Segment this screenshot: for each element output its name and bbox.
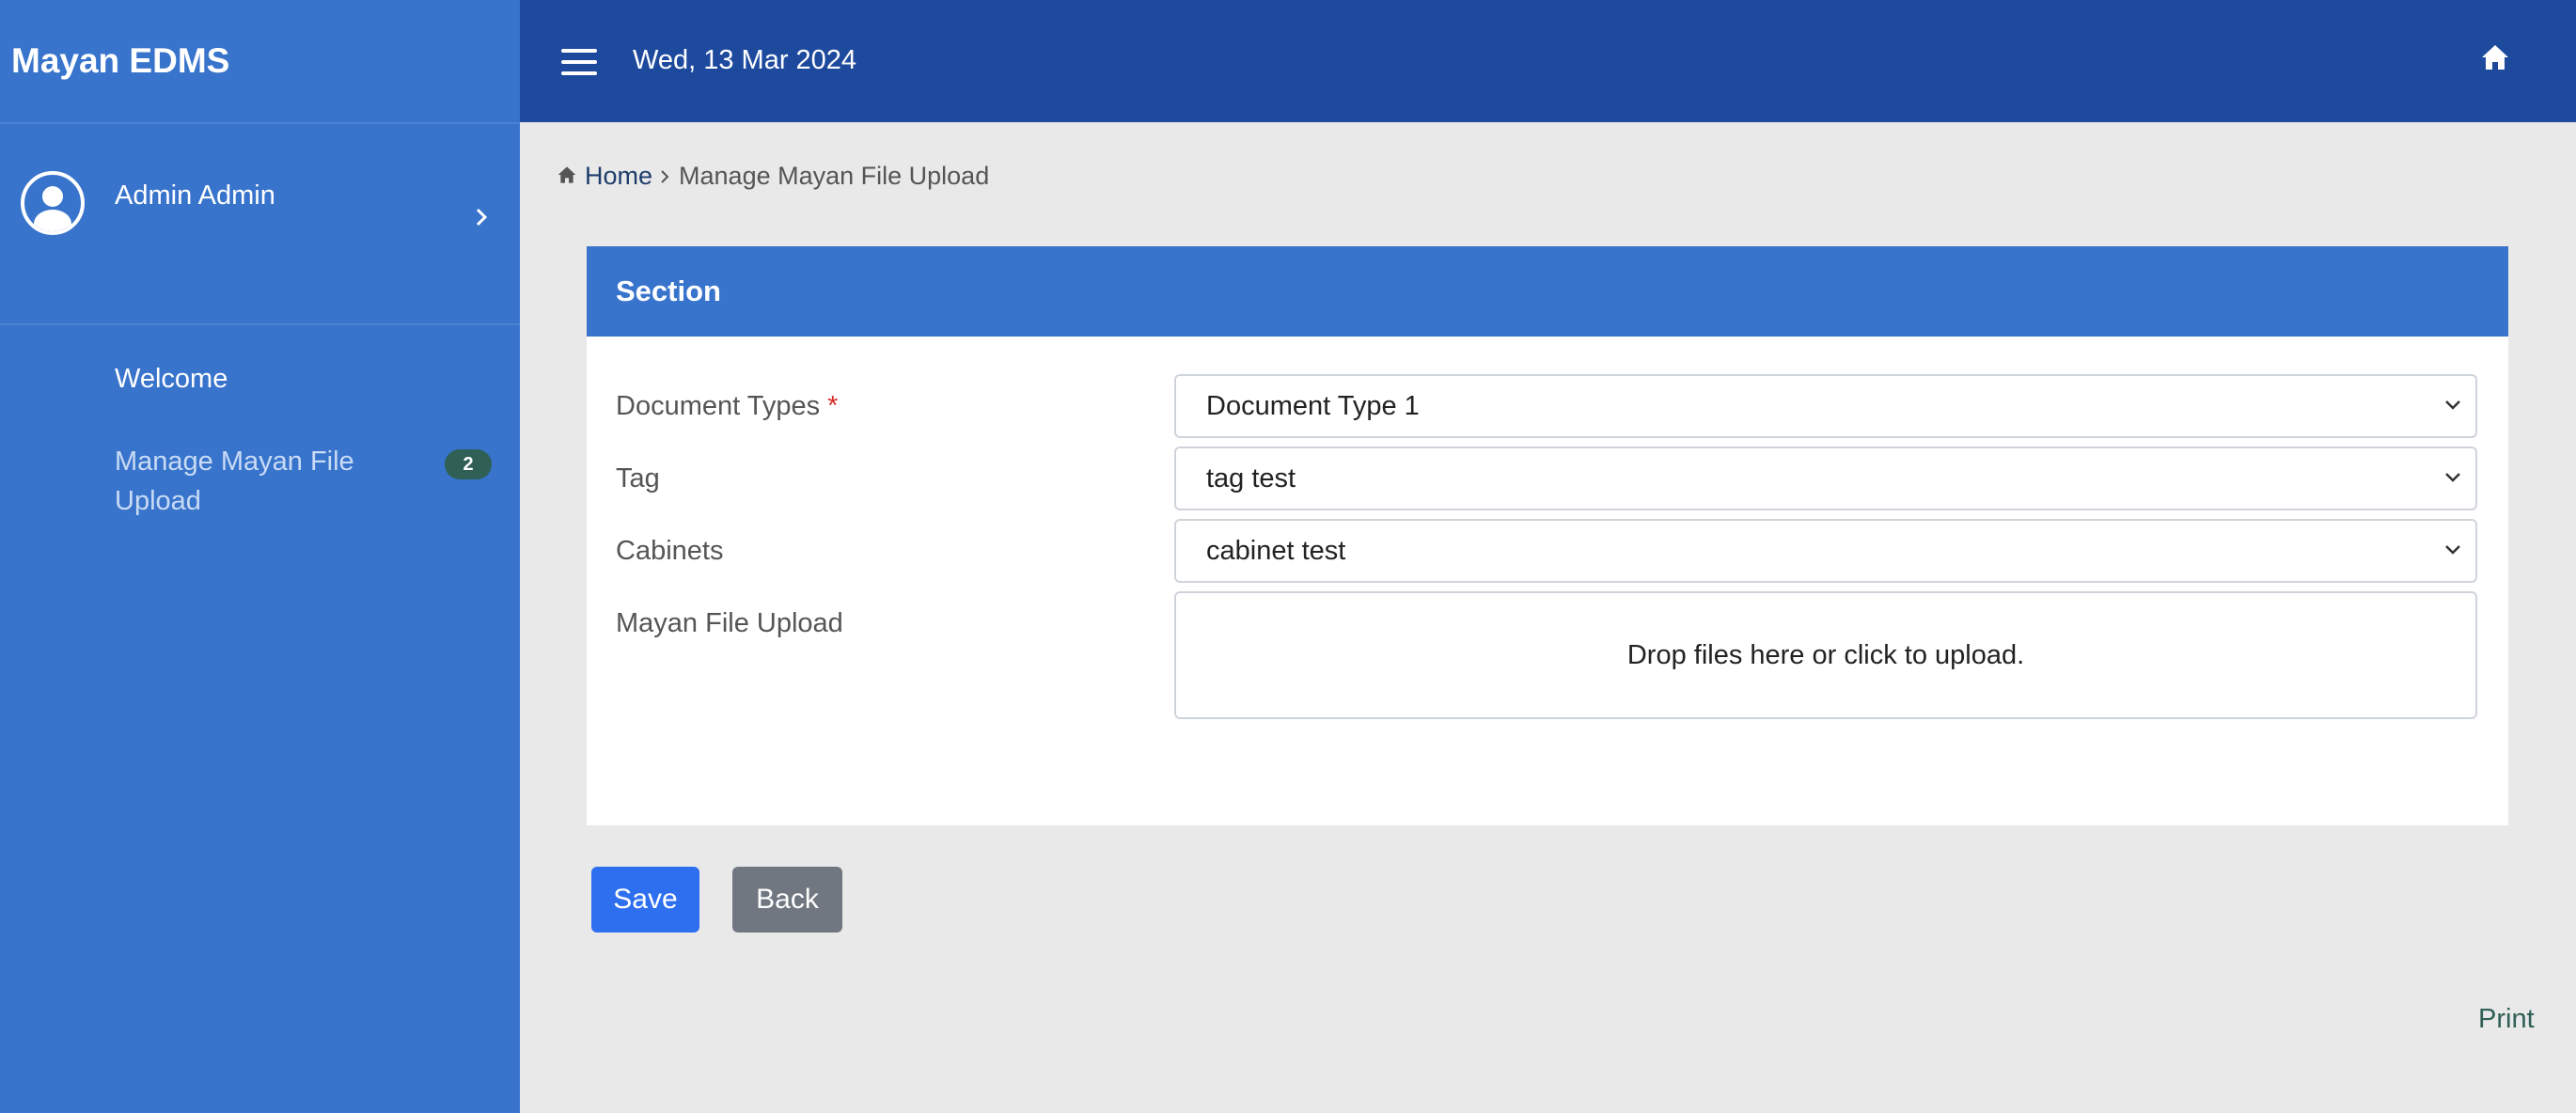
form-card: Section Document Types * Document Type 1… [587,246,2508,825]
tag-select[interactable]: tag test [1174,447,2477,510]
breadcrumb-separator-icon [660,162,669,191]
home-icon [557,162,577,191]
home-icon[interactable] [2480,43,2510,76]
brand-title[interactable]: Mayan EDMS [0,0,520,124]
cabinets-select[interactable]: cabinet test [1174,519,2477,583]
chevron-down-icon [2443,543,2462,561]
user-panel[interactable]: Admin Admin [0,124,520,325]
user-name: Admin Admin [115,180,275,211]
chevron-right-icon[interactable] [474,207,489,232]
tag-value: tag test [1206,463,1296,494]
back-button[interactable]: Back [732,867,842,933]
chevron-down-icon [2443,399,2462,416]
required-marker: * [827,391,839,421]
user-avatar-icon [21,171,85,235]
save-button[interactable]: Save [591,867,699,933]
document-types-value: Document Type 1 [1206,391,1420,421]
menu-toggle-icon[interactable] [561,49,597,75]
file-upload-label: Mayan File Upload [616,608,843,638]
top-bar: Wed, 13 Mar 2024 [520,0,2576,122]
current-date: Wed, 13 Mar 2024 [633,45,857,75]
document-types-select[interactable]: Document Type 1 [1174,374,2477,438]
file-dropzone[interactable]: Drop files here or click to upload. [1174,591,2477,719]
sidebar-item-label: Manage Mayan File Upload [115,447,354,516]
sidebar-item-manage-upload[interactable]: Manage Mayan File Upload 2 [0,442,492,521]
count-badge: 2 [445,449,492,479]
breadcrumb-home-link[interactable]: Home [585,162,652,191]
breadcrumb-current: Manage Mayan File Upload [679,162,990,190]
cabinets-label: Cabinets [616,536,724,566]
document-types-label: Document Types * [616,391,839,421]
cabinets-value: cabinet test [1206,536,1346,566]
section-title: Section [587,246,2508,337]
sidebar-nav: Welcome Manage Mayan File Upload 2 [0,325,520,521]
tag-label: Tag [616,463,660,494]
print-link[interactable]: Print [2478,1004,2535,1035]
breadcrumb: Home Manage Mayan File Upload [557,162,989,191]
sidebar: Mayan EDMS Admin Admin Welcome Manage Ma… [0,0,520,1113]
sidebar-item-welcome[interactable]: Welcome [0,359,520,399]
chevron-down-icon [2443,471,2462,489]
